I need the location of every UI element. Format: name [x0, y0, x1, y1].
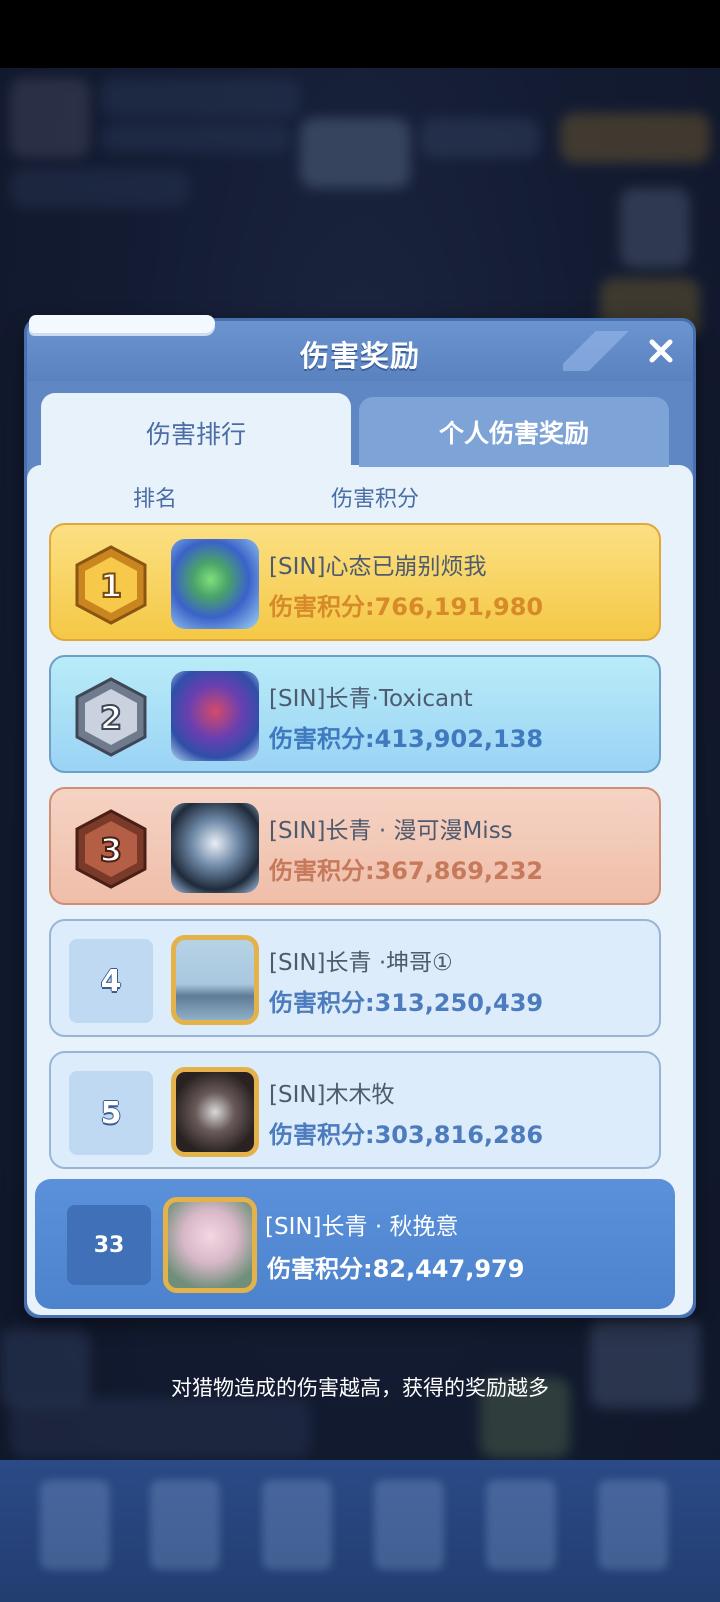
column-header-score: 伤害积分	[331, 487, 420, 512]
ranking-row-2[interactable]: 2 [SIN]长青·Toxicant 伤害积分:413,902,138	[49, 655, 661, 773]
player-name: [SIN]长青 · 漫可漫Miss	[269, 818, 513, 844]
ranking-row-3[interactable]: 3 [SIN]长青 · 漫可漫Miss 伤害积分:367,869,232	[49, 787, 661, 905]
player-name: [SIN]长青·Toxicant	[269, 686, 473, 712]
dialog-title: 伤害奖励	[299, 339, 420, 373]
ranking-row-1[interactable]: 1 [SIN]心态已崩别烦我 伤害积分:766,191,980	[49, 523, 661, 641]
ranking-row-4[interactable]: 4 [SIN]长青 ·坤哥① 伤害积分:313,250,439	[49, 919, 661, 1037]
player-name: [SIN]心态已崩别烦我	[269, 554, 487, 580]
status-bar	[0, 0, 720, 68]
avatar[interactable]	[171, 671, 259, 761]
avatar[interactable]	[171, 1067, 259, 1157]
my-player-name: [SIN]长青 · 秋挽意	[265, 1214, 459, 1240]
damage-reward-dialog: 伤害奖励 伤害排行 个人伤害奖励 排名 伤害积分 1 [SIN]心态已崩别烦我 …	[24, 315, 696, 1318]
damage-score: 伤害积分:303,816,286	[269, 1121, 544, 1149]
bottom-nav-bar	[0, 1460, 720, 1602]
bottom-nav-item[interactable]	[486, 1480, 556, 1570]
damage-score: 伤害积分:313,250,439	[269, 989, 544, 1017]
bottom-nav-item[interactable]	[374, 1480, 444, 1570]
reward-hint-text: 对猎物造成的伤害越高，获得的奖励越多	[171, 1376, 549, 1400]
medal-rank-text: 3	[100, 831, 122, 869]
rank-number: 4	[69, 939, 153, 1023]
silver-medal-icon: 2	[75, 677, 147, 757]
tab-personal-damage-reward[interactable]: 个人伤害奖励	[359, 397, 669, 467]
medal-rank-text: 1	[100, 567, 122, 605]
player-name: [SIN]木木牧	[269, 1082, 395, 1108]
my-damage-score: 伤害积分:82,447,979	[267, 1255, 525, 1283]
bottom-nav-item[interactable]	[40, 1480, 110, 1570]
medal-rank-text: 2	[100, 699, 122, 737]
player-name: [SIN]长青 ·坤哥①	[269, 950, 453, 976]
tab-damage-ranking[interactable]: 伤害排行	[41, 393, 351, 473]
bottom-nav-item[interactable]	[262, 1480, 332, 1570]
damage-score: 伤害积分:367,869,232	[269, 857, 544, 885]
gold-medal-icon: 1	[75, 545, 147, 625]
ranking-row-5[interactable]: 5 [SIN]木木牧 伤害积分:303,816,286	[49, 1051, 661, 1169]
snow-decoration	[29, 315, 215, 333]
my-ranking-row[interactable]: 33 [SIN]长青 · 秋挽意 伤害积分:82,447,979	[35, 1179, 675, 1309]
close-icon	[649, 339, 673, 363]
close-button[interactable]	[643, 333, 679, 369]
column-header-rank: 排名	[133, 487, 178, 512]
bottom-nav-item[interactable]	[150, 1480, 220, 1570]
avatar[interactable]	[171, 539, 259, 629]
damage-score: 伤害积分:766,191,980	[269, 593, 544, 621]
bronze-medal-icon: 3	[75, 809, 147, 889]
bottom-nav-item[interactable]	[598, 1480, 668, 1570]
avatar[interactable]	[171, 803, 259, 893]
avatar[interactable]	[171, 935, 259, 1025]
my-rank-number: 33	[67, 1205, 151, 1285]
rank-number: 5	[69, 1071, 153, 1155]
damage-score: 伤害积分:413,902,138	[269, 725, 544, 753]
my-avatar[interactable]	[163, 1197, 257, 1293]
